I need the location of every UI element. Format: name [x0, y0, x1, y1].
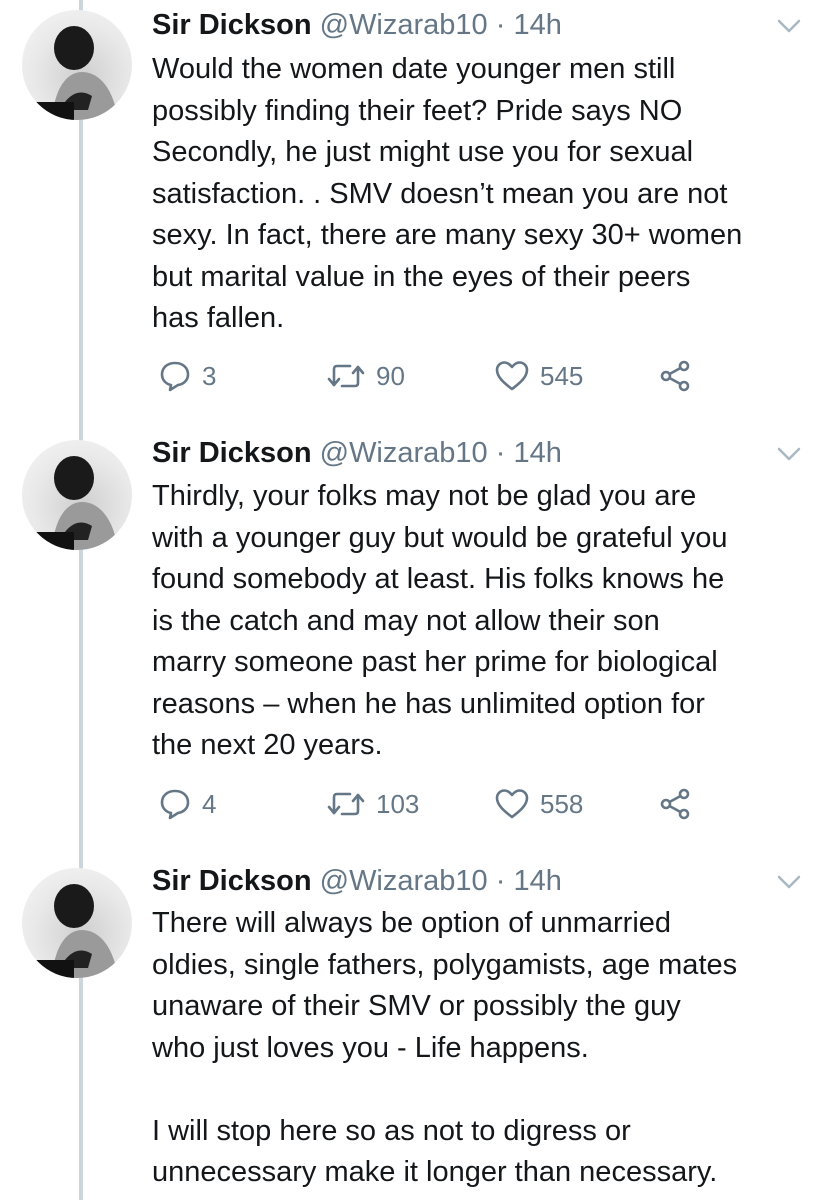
author-handle[interactable]: @Wizarab10	[320, 9, 488, 41]
like-count: 558	[540, 788, 584, 819]
retweet-button[interactable]: 103	[326, 784, 419, 824]
reply-count: 3	[202, 360, 217, 391]
chevron-down-icon[interactable]	[776, 16, 802, 36]
tweet-time[interactable]: · 14h	[496, 437, 562, 469]
tweet-text: There will always be option of unmarried…	[152, 903, 812, 1194]
author-name[interactable]: Sir Dickson	[152, 9, 312, 41]
tweet-text: Thirdly, your folks may not be glad you …	[152, 476, 812, 767]
tweet-text-line: possibly finding their feet? Pride says …	[152, 94, 683, 127]
share-button[interactable]	[658, 356, 692, 396]
avatar[interactable]	[22, 440, 132, 550]
tweet-actions: 3 90 545	[0, 356, 822, 396]
reply-icon	[160, 361, 190, 392]
tweet-header: Sir Dickson @Wizarab10 · 14h	[152, 8, 562, 42]
reply-button[interactable]: 3	[158, 356, 216, 396]
thread-connector-line	[79, 0, 83, 1200]
tweet-text-line: Thirdly, your folks may not be glad you …	[152, 480, 697, 512]
heart-icon	[495, 789, 529, 819]
tweet-header: Sir Dickson @Wizarab10 · 14h	[152, 864, 562, 898]
tweet-text-line: oldies, single fathers, polygamists, age…	[152, 948, 738, 981]
avatar-photo	[34, 884, 118, 978]
chevron-down-icon[interactable]	[776, 444, 802, 464]
tweet-actions: 4 103 558	[0, 784, 822, 824]
author-name[interactable]: Sir Dickson	[152, 865, 312, 897]
reply-button[interactable]: 4	[158, 784, 216, 824]
tweet-text-line: There will always be option of unmarried	[152, 907, 672, 939]
tweet-time[interactable]: · 14h	[496, 9, 562, 41]
retweet-button[interactable]: 90	[326, 356, 405, 396]
author-name[interactable]: Sir Dickson	[152, 437, 312, 469]
author-handle[interactable]: @Wizarab10	[320, 865, 488, 897]
retweet-count: 90	[376, 360, 405, 391]
retweet-count: 103	[376, 788, 420, 819]
like-button[interactable]: 558	[494, 784, 583, 824]
reply-count: 4	[202, 788, 217, 819]
tweet-text-line	[152, 1069, 812, 1111]
tweet-header: Sir Dickson @Wizarab10 · 14h	[152, 436, 562, 470]
tweet-text-line: Would the women date younger men still	[152, 53, 676, 85]
tweet-text-line: unnecessary make it longer than necessar…	[152, 1156, 718, 1188]
tweet-text-line: with a younger guy but would be grateful…	[152, 521, 728, 554]
chevron-down-icon[interactable]	[776, 872, 802, 892]
share-icon	[660, 360, 690, 392]
tweet-text-line: sexy. In fact, there are many sexy 30+ w…	[152, 219, 743, 251]
share-icon	[660, 788, 690, 820]
avatar-photo	[34, 26, 118, 120]
avatar[interactable]	[22, 10, 132, 120]
tweet-text: Would the women date younger men still p…	[152, 49, 812, 340]
reply-icon	[160, 789, 190, 820]
tweet-text-line: reasons – when he has unlimited option f…	[152, 687, 705, 720]
like-button[interactable]: 545	[494, 356, 583, 396]
tweet-text-line: the next 20 years.	[152, 729, 383, 761]
tweet-text-line: is the catch and may not allow their son	[152, 604, 660, 637]
tweet-time[interactable]: · 14h	[496, 865, 562, 897]
heart-icon	[495, 361, 529, 391]
avatar[interactable]	[22, 868, 132, 978]
tweet-text-line: found somebody at least. His folks knows…	[152, 563, 725, 595]
tweet-text-line: marry someone past her prime for biologi…	[152, 646, 718, 678]
tweet-text-line: I will stop here so as not to digress or	[152, 1114, 631, 1147]
author-handle[interactable]: @Wizarab10	[320, 437, 488, 469]
tweet-text-line: has fallen.	[152, 302, 285, 334]
retweet-icon	[327, 792, 365, 816]
retweet-icon	[327, 364, 365, 388]
tweet-text-line: Secondly, he just might use you for sexu…	[152, 136, 694, 168]
avatar-photo	[34, 456, 118, 550]
tweet-text-line: satisfaction. . SMV doesn’t mean you are…	[152, 177, 728, 210]
tweet-text-line: but marital value in the eyes of their p…	[152, 260, 691, 293]
like-count: 545	[540, 360, 584, 391]
tweet-text-line: who just loves you - Life happens.	[152, 1031, 589, 1064]
tweet-text-line: unaware of their SMV or possibly the guy	[152, 990, 681, 1022]
share-button[interactable]	[658, 784, 692, 824]
